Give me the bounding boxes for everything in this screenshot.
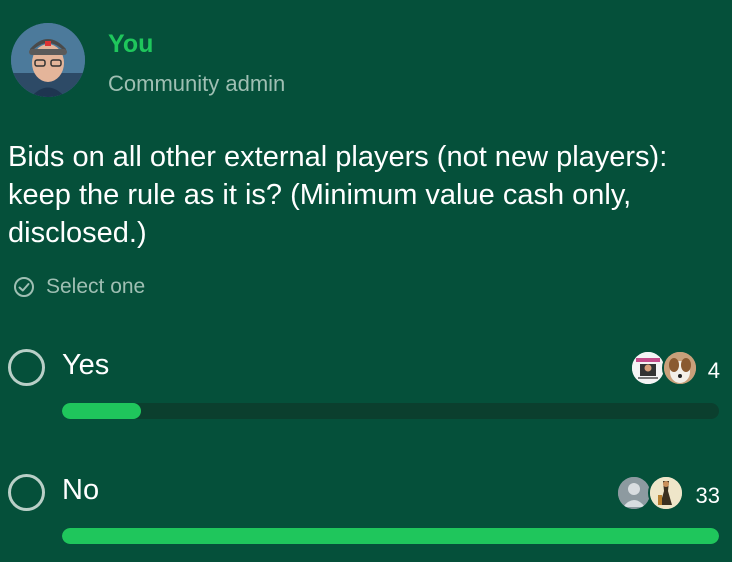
voter-avatar	[630, 350, 666, 386]
select-hint: Select one	[13, 275, 145, 299]
poll-option-no[interactable]: No 33	[0, 470, 732, 560]
person-photo-icon	[11, 23, 85, 97]
progress-track	[62, 528, 719, 544]
progress-fill	[62, 528, 719, 544]
radio-button[interactable]	[8, 474, 45, 511]
poll-question: Bids on all other external players (not …	[8, 141, 668, 249]
progress-track	[62, 403, 719, 419]
progress-fill	[62, 403, 141, 419]
radio-button[interactable]	[8, 349, 45, 386]
voter-avatar	[662, 350, 698, 386]
check-circle-icon	[14, 277, 34, 297]
author-avatar[interactable]	[11, 23, 85, 97]
vote-count: 33	[695, 483, 720, 508]
select-hint-label: Select one	[46, 275, 146, 298]
default-user-icon	[616, 475, 652, 511]
author-role: Community admin	[108, 71, 286, 96]
voter-avatars[interactable]	[630, 350, 702, 386]
option-label: Yes	[62, 349, 110, 381]
voter-avatar	[648, 475, 684, 511]
voter-avatars[interactable]	[616, 475, 688, 511]
poll-option-yes[interactable]: Yes 4	[0, 345, 732, 435]
option-label: No	[62, 474, 100, 506]
vote-count: 4	[707, 358, 720, 383]
author-name: You	[108, 30, 154, 58]
